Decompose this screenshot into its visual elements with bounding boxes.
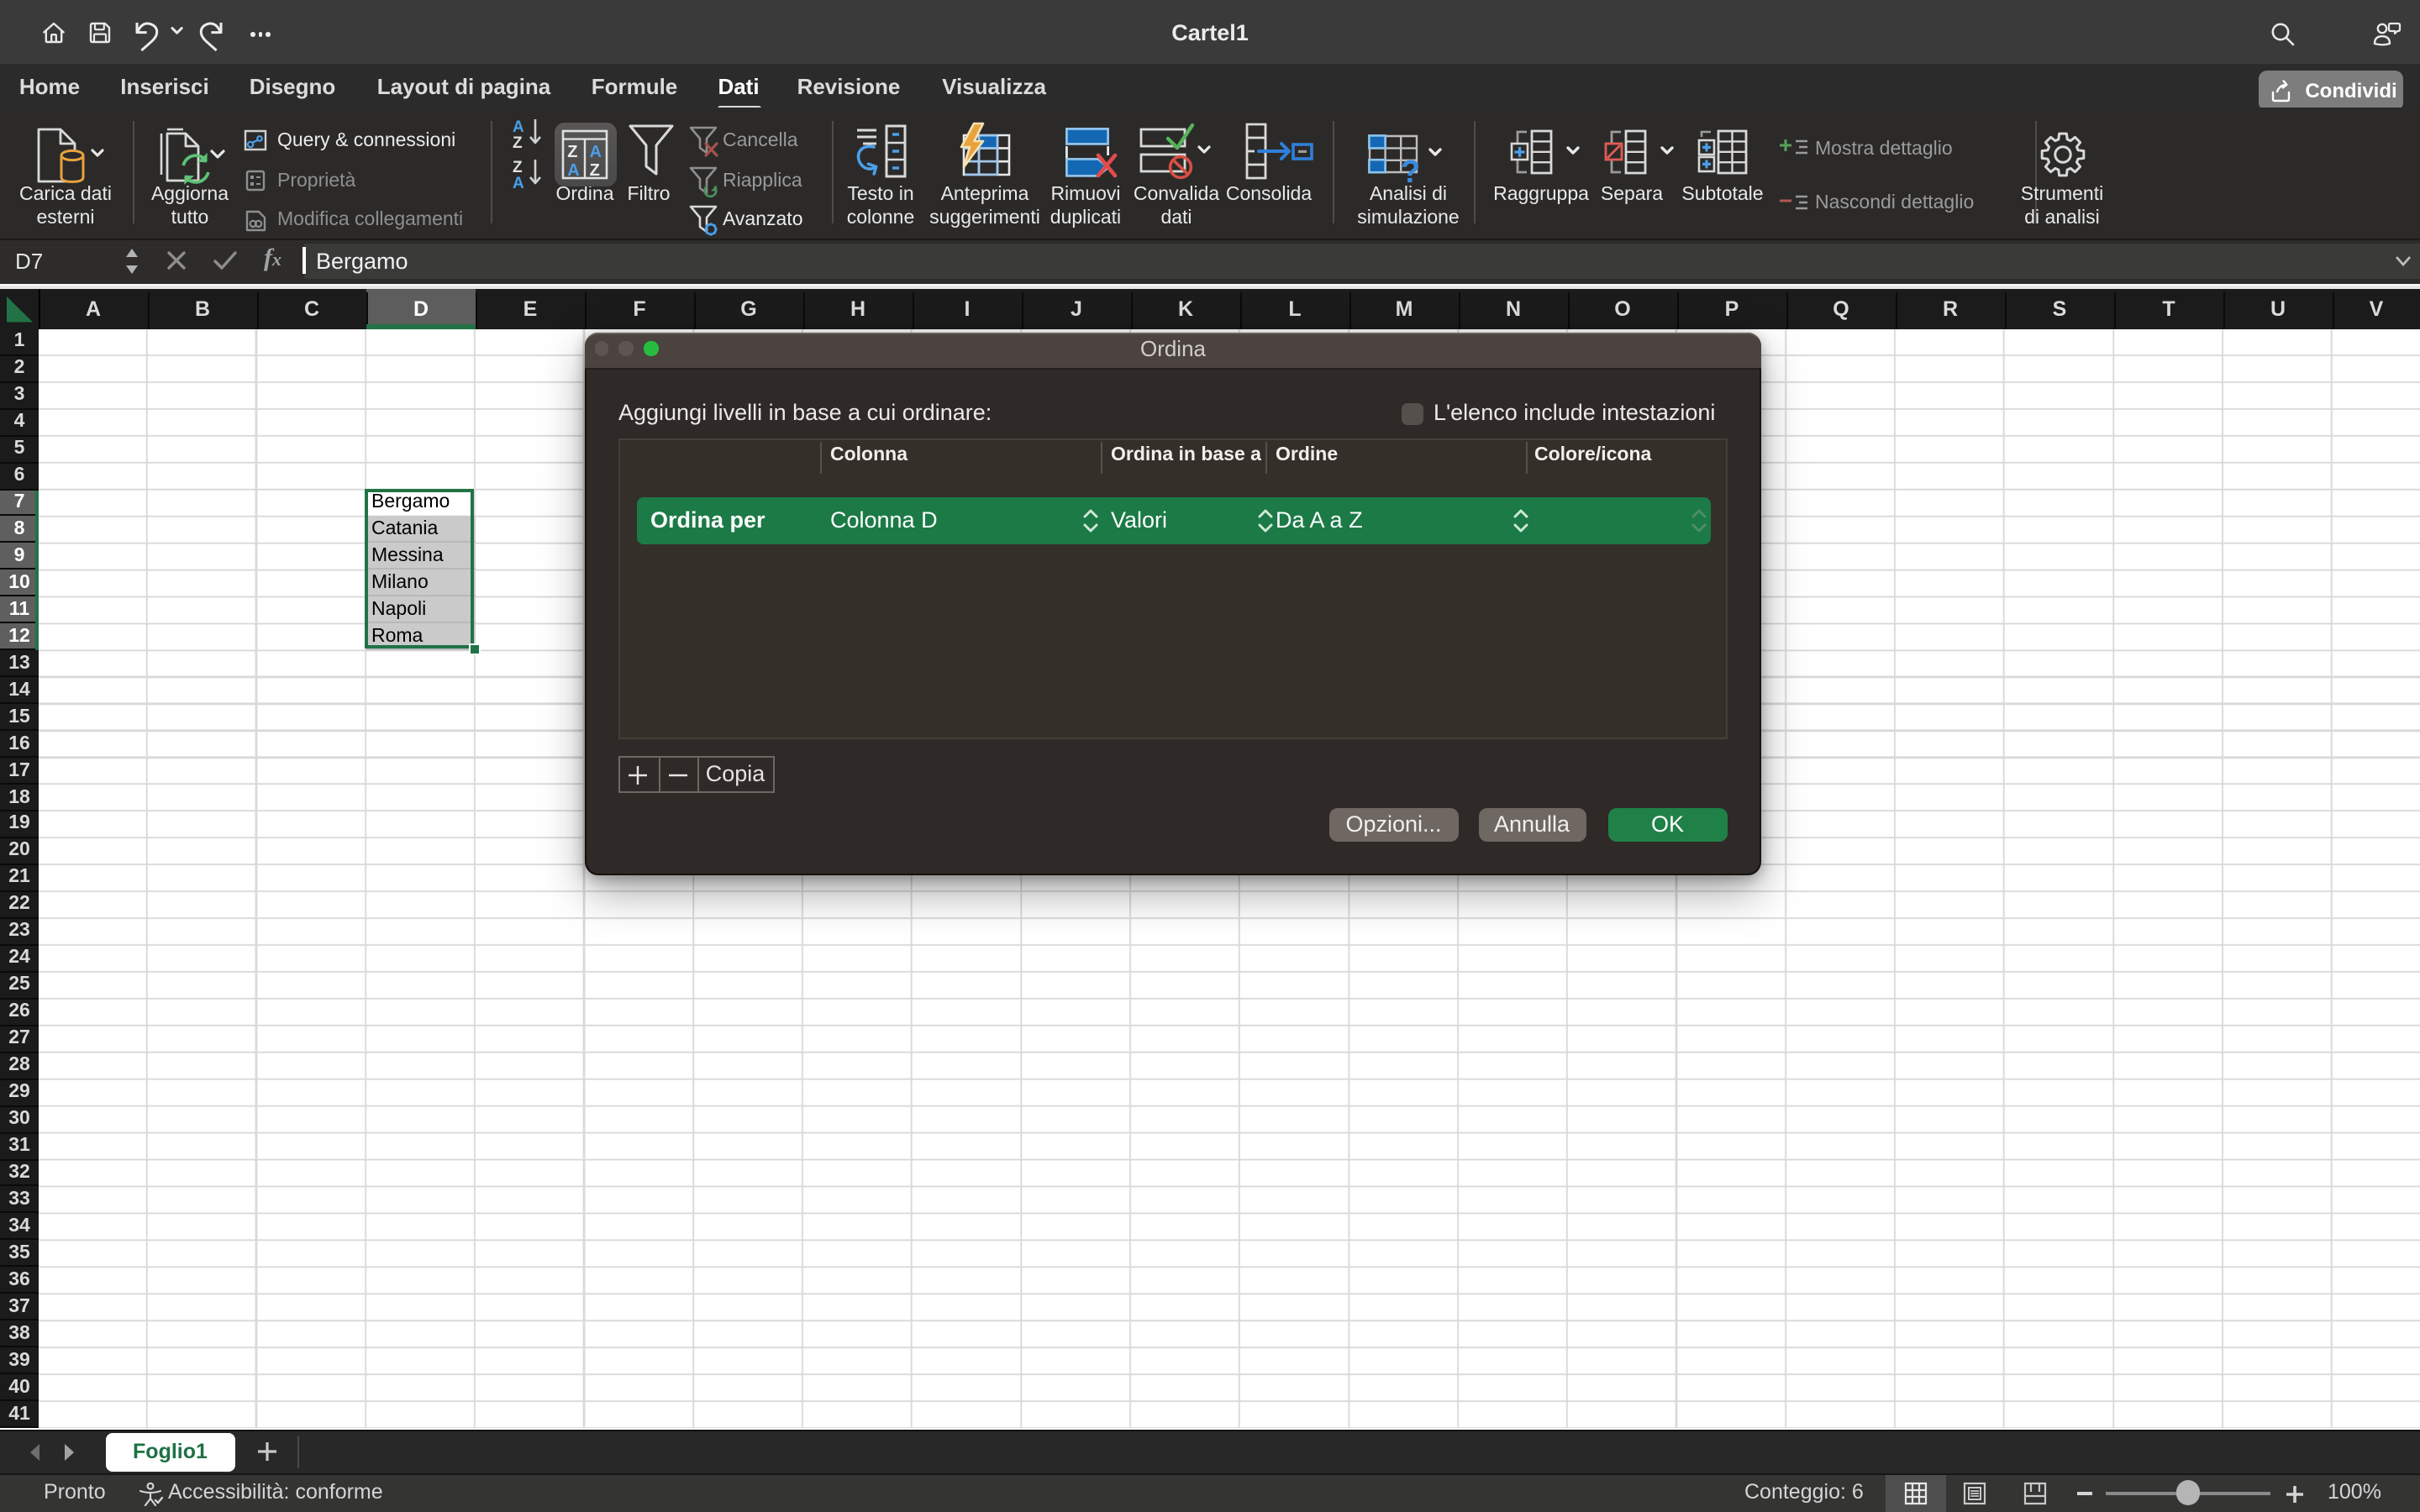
svg-text:Z: Z [568,143,578,161]
svg-text:A: A [513,175,524,192]
svg-text:A: A [590,143,602,161]
svg-text:?: ? [1401,154,1420,189]
svg-text:Z: Z [513,134,523,152]
svg-text:Z: Z [590,161,600,180]
svg-text:A: A [568,161,580,180]
svg-text:Z: Z [513,159,523,176]
svg-text:A: A [513,118,524,136]
